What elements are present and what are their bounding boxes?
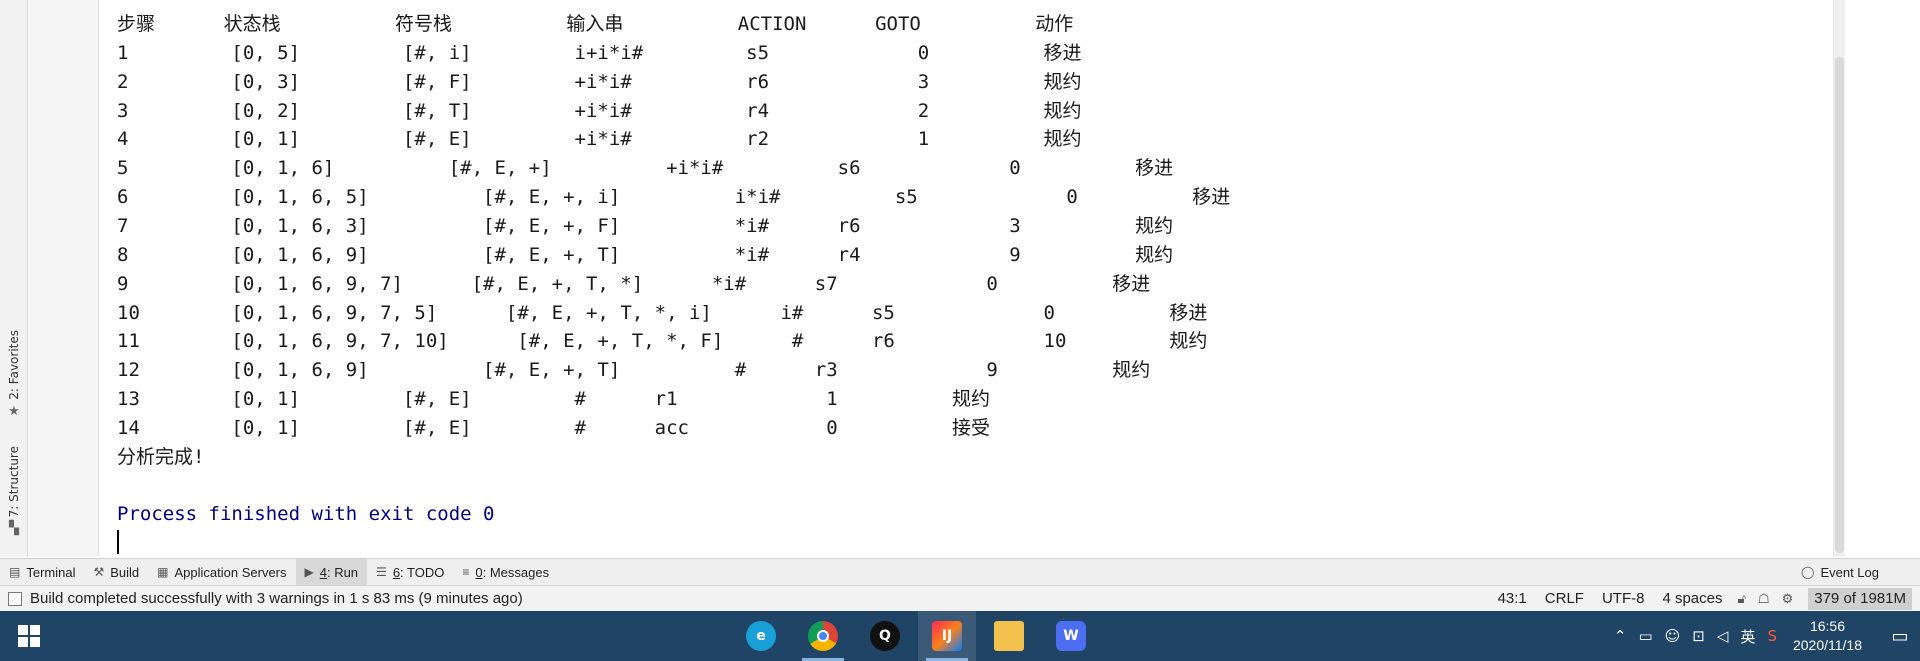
- tab-messages[interactable]: ≡ 0: Messages: [453, 559, 558, 586]
- table-row: 8 [0, 1, 6, 9] [#, E, +, T] *i# r4 9 规约: [117, 244, 1174, 266]
- indent-setting[interactable]: 4 spaces: [1662, 590, 1722, 607]
- chrome-icon: [808, 621, 838, 651]
- tab-label: : TODO: [400, 564, 445, 580]
- notification-center-icon[interactable]: ▭: [1880, 611, 1920, 661]
- ime-indicator[interactable]: 英: [1740, 626, 1755, 647]
- table-row: 3 [0, 2] [#, T] +i*i# r4 2 规约: [117, 100, 1082, 122]
- table-row: 6 [0, 1, 6, 5] [#, E, +, i] i*i# s5 0 移进: [117, 186, 1231, 208]
- windows-taskbar: e Q IJ W ⌃ ▭ ☺ ⊡ ◁ 英 S 16:56 2020/11/18: [0, 611, 1920, 661]
- structure-label: 7: Structure: [7, 446, 21, 518]
- tool-window-bar: ▤ Terminal ⚒ Build ▦ Application Servers…: [0, 558, 1920, 586]
- taskbar-qq[interactable]: Q: [856, 611, 914, 661]
- tab-build[interactable]: ⚒ Build: [84, 559, 148, 586]
- table-header: 步骤 状态栈 符号栈 输入串 ACTION GOTO 动作: [117, 13, 1074, 35]
- terminal-icon: ▤: [9, 565, 21, 579]
- structure-icon: ▚: [9, 521, 19, 537]
- intellij-icon: IJ: [932, 621, 962, 651]
- settings-gear-icon[interactable]: ⚙: [1782, 591, 1794, 607]
- ide-window: 2: Favorites ★ 7: Structure ▚ 步骤 状态栈 符号栈…: [0, 0, 1920, 661]
- favorites-tab[interactable]: 2: Favorites ★: [3, 330, 25, 419]
- windows-logo-icon: [18, 625, 40, 647]
- chevron-up-icon[interactable]: ⌃: [1614, 627, 1627, 645]
- clock[interactable]: 16:56 2020/11/18: [1793, 617, 1862, 655]
- event-log-label: Event Log: [1820, 564, 1879, 580]
- table-row: 7 [0, 1, 6, 3] [#, E, +, F] *i# r6 3 规约: [117, 215, 1174, 237]
- tab-todo[interactable]: ☰ 6: TODO: [367, 559, 453, 586]
- left-tool-strip: 2: Favorites ★ 7: Structure ▚: [0, 0, 28, 557]
- table-row: 14 [0, 1] [#, E] # acc 0 接受: [117, 417, 991, 439]
- run-icon: ▶: [304, 565, 314, 579]
- file-explorer-icon: [994, 621, 1024, 651]
- favorites-label: 2: Favorites: [7, 330, 21, 400]
- table-row: 9 [0, 1, 6, 9, 7] [#, E, +, T, *] *i# s7…: [117, 273, 1151, 295]
- text-caret: [117, 530, 119, 554]
- taskbar-wps[interactable]: W: [1042, 611, 1100, 661]
- battery-icon[interactable]: ▭: [1638, 627, 1652, 645]
- table-row: 12 [0, 1, 6, 9] [#, E, +, T] # r3 9 规约: [117, 359, 1151, 381]
- table-row: 4 [0, 1] [#, E] +i*i# r2 1 规约: [117, 128, 1082, 150]
- tab-label: Build: [110, 564, 140, 580]
- sogou-icon[interactable]: S: [1767, 627, 1777, 645]
- tab-run[interactable]: ▶ 4: Run: [295, 558, 368, 586]
- status-bar: Build completed successfully with 3 warn…: [0, 585, 1920, 611]
- list-icon: ☰: [376, 565, 387, 579]
- tab-mnemonic: 4: [319, 564, 327, 580]
- run-console[interactable]: 步骤 状态栈 符号栈 输入串 ACTION GOTO 动作 1 [0, 5] […: [100, 0, 1875, 557]
- tab-application-servers[interactable]: ▦ Application Servers: [148, 559, 295, 586]
- lock-icon[interactable]: 🔓︎: [1738, 591, 1746, 607]
- speech-bubble-icon: ◯: [1801, 565, 1815, 579]
- tab-mnemonic: 6: [392, 564, 401, 580]
- caret-position[interactable]: 43:1: [1498, 590, 1527, 607]
- table-row: 11 [0, 1, 6, 9, 7, 10] [#, E, +, T, *, F…: [117, 330, 1208, 352]
- structure-tab[interactable]: 7: Structure ▚: [3, 446, 25, 536]
- file-encoding[interactable]: UTF-8: [1602, 590, 1645, 607]
- clock-date: 2020/11/18: [1792, 637, 1862, 653]
- clock-time: 16:56: [1809, 618, 1845, 634]
- analysis-done-text: 分析完成!: [117, 446, 205, 468]
- table-row: 1 [0, 5] [#, i] i+i*i# s5 0 移进: [117, 42, 1082, 64]
- line-ending[interactable]: CRLF: [1545, 590, 1584, 607]
- table-row: 5 [0, 1, 6] [#, E, +] +i*i# s6 0 移进: [117, 157, 1174, 179]
- table-row: 2 [0, 3] [#, F] +i*i# r6 3 规约: [117, 71, 1082, 93]
- event-log-button[interactable]: ◯ Event Log: [1792, 559, 1888, 586]
- taskbar-file-explorer[interactable]: [980, 611, 1038, 661]
- editor-gutter: [29, 0, 99, 557]
- system-tray: ⌃ ▭ ☺ ⊡ ◁ 英 S 16:56 2020/11/18 ▭: [1608, 611, 1920, 661]
- toggle-tool-windows-icon[interactable]: [8, 591, 22, 606]
- console-scrollbar[interactable]: [1833, 0, 1845, 557]
- network-icon[interactable]: ⊡: [1692, 627, 1705, 645]
- tab-label: Application Servers: [174, 564, 287, 580]
- start-button[interactable]: [0, 611, 58, 661]
- qq-icon: Q: [870, 621, 900, 651]
- qq-tray-icon[interactable]: ☺: [1665, 627, 1681, 645]
- build-status-message[interactable]: Build completed successfully with 3 warn…: [30, 590, 523, 607]
- scroll-thumb[interactable]: [1835, 57, 1844, 553]
- inspector-icon[interactable]: ☖: [1758, 591, 1770, 607]
- tab-label: : Run: [326, 564, 359, 580]
- star-icon: ★: [8, 403, 20, 419]
- table-row: 13 [0, 1] [#, E] # r1 1 规约: [117, 388, 991, 410]
- taskbar-edge[interactable]: e: [732, 611, 790, 661]
- server-icon: ▦: [157, 565, 169, 579]
- table-row: 10 [0, 1, 6, 9, 7, 5] [#, E, +, T, *, i]…: [117, 302, 1208, 324]
- tab-label: : Messages: [482, 564, 550, 580]
- tab-label: Terminal: [26, 564, 76, 580]
- taskbar-intellij[interactable]: IJ: [918, 611, 976, 661]
- taskbar-chrome[interactable]: [794, 611, 852, 661]
- volume-icon[interactable]: ◁: [1717, 627, 1729, 645]
- exit-message: Process finished with exit code 0: [117, 503, 495, 525]
- messages-icon: ≡: [462, 565, 470, 579]
- wps-icon: W: [1056, 621, 1086, 651]
- edge-icon: e: [746, 621, 776, 651]
- hammer-icon: ⚒: [93, 565, 105, 579]
- tab-mnemonic: 0: [475, 564, 483, 580]
- tab-terminal[interactable]: ▤ Terminal: [0, 559, 84, 586]
- memory-indicator[interactable]: 379 of 1981M: [1808, 587, 1912, 610]
- status-widgets: 43:1 CRLF UTF-8 4 spaces 🔓︎ ☖ ⚙ 379 of 1…: [1489, 586, 1920, 612]
